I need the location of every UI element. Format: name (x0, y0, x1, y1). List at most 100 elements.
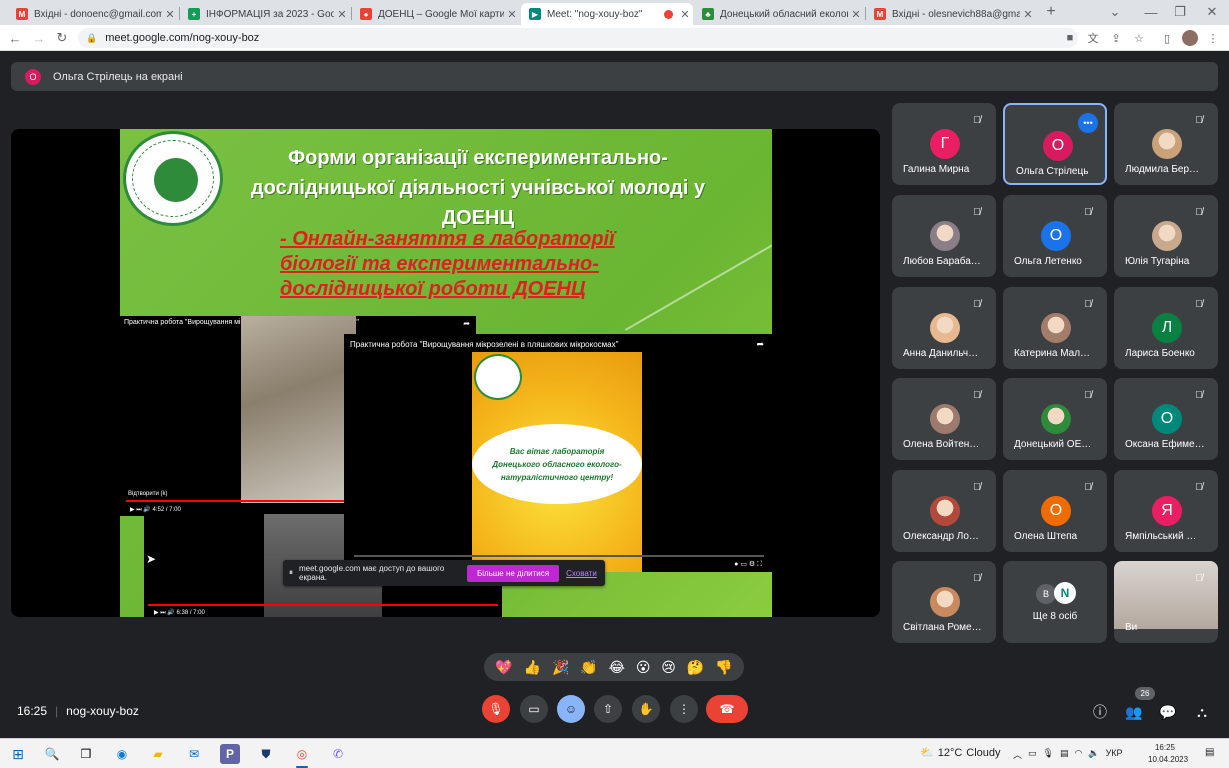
file-explorer-icon[interactable]: ▰ (148, 744, 168, 764)
browser-tab[interactable]: + ІНФОРМАЦІЯ за 2023 - Google ✕ (180, 3, 350, 25)
chrome-icon[interactable]: ◎ (292, 744, 312, 768)
participant-tile[interactable]: 🎙̸ Юлія Тугаріна (1114, 195, 1218, 277)
close-tab-icon[interactable]: ✕ (1020, 8, 1036, 21)
stop-sharing-button[interactable]: Більше не ділитися (467, 564, 560, 582)
reaction-heart-icon[interactable]: 💖 (495, 659, 512, 676)
tab-search-icon[interactable]: ⌄ (1106, 3, 1124, 21)
close-tab-icon[interactable]: ✕ (677, 8, 693, 21)
browser-tab-active[interactable]: ▶ Meet: "nog-xouy-boz" ✕ (521, 3, 693, 25)
participant-tile[interactable]: 🎙̸ Катерина Мал… (1003, 287, 1107, 369)
close-tab-icon[interactable]: ✕ (504, 8, 520, 21)
task-view-icon[interactable]: ❒ (76, 744, 96, 764)
camera-icon[interactable]: ■ (1062, 30, 1078, 46)
close-tab-icon[interactable]: ✕ (334, 8, 350, 21)
participant-tile[interactable]: О 🎙̸ Олена Штепа (1003, 470, 1107, 552)
battery-icon[interactable]: ▭ (1028, 748, 1037, 761)
participant-tile[interactable]: 🎙̸ Донецький ОЕ… (1003, 378, 1107, 460)
participant-tile[interactable]: Г 🎙̸ Галина Мирна (892, 103, 996, 185)
bookmark-star-icon[interactable]: ☆ (1131, 30, 1147, 46)
video-controls[interactable]: ▶ ⏭ 🔊 4:52 / 7:00 (130, 506, 181, 514)
reload-icon[interactable]: ↻ (53, 29, 71, 47)
weather-widget[interactable]: ⛅ 12°C Cloudy (920, 746, 1001, 760)
mail-icon[interactable]: ✉ (184, 744, 204, 764)
participant-tile[interactable]: О 🎙̸ Оксана Ефиме… (1114, 378, 1218, 460)
participant-tile[interactable]: 🎙̸ Олена Войтен… (892, 378, 996, 460)
profile-avatar[interactable] (1182, 30, 1198, 46)
reaction-clap-icon[interactable]: 👏 (580, 659, 597, 676)
participant-tile[interactable]: 🎙̸ Світлана Роме… (892, 561, 996, 643)
meeting-code[interactable]: nog-xouy-boz (66, 704, 139, 718)
activities-icon[interactable]: ⛬ (1192, 702, 1212, 722)
search-icon[interactable]: 🔍 (42, 744, 62, 764)
close-tab-icon[interactable]: ✕ (162, 8, 178, 21)
meeting-details-icon[interactable]: ⓘ (1090, 702, 1110, 722)
notifications-icon[interactable]: ▤ (1205, 747, 1219, 761)
volume-icon[interactable]: 🔉 (1088, 748, 1099, 761)
reaction-thinking-icon[interactable]: 🤔 (687, 659, 704, 676)
raise-hand-button[interactable]: ✋ (632, 695, 660, 723)
video-player[interactable]: Практична робота "Вирощування мікрозелен… (344, 334, 772, 572)
browser-tab[interactable]: ● ДОЕНЦ – Google Мої карти ✕ (352, 3, 520, 25)
tray-chevron-icon[interactable]: ︿ (1013, 748, 1022, 761)
reaction-party-icon[interactable]: 🎉 (552, 659, 569, 676)
back-icon[interactable]: ← (6, 29, 24, 47)
app-p-icon[interactable]: P (220, 744, 240, 764)
captions-button[interactable]: ☺ (557, 695, 585, 723)
reaction-thumbs-down-icon[interactable]: 👎 (715, 659, 732, 676)
taskbar-clock[interactable]: 16:25 10.04.2023 (1148, 742, 1188, 766)
windows-start-icon[interactable]: ⊞ (8, 744, 28, 764)
browser-tab[interactable]: M Вхідні - olesnevich88a@gmail.co ✕ (866, 3, 1036, 25)
close-window-icon[interactable]: ✕ (1203, 3, 1221, 21)
sidebar-icon[interactable]: ▯ (1159, 30, 1175, 46)
drag-handle-icon[interactable]: ⏸ (289, 568, 293, 578)
viber-icon[interactable]: ✆ (328, 744, 348, 764)
more-options-button[interactable]: ⋮ (670, 695, 698, 723)
hide-banner-link[interactable]: Сховати (566, 569, 597, 578)
participant-tile[interactable]: 🎙̸ Анна Данильч… (892, 287, 996, 369)
participant-tile[interactable]: Л 🎙̸ Лариса Боенко (1114, 287, 1218, 369)
participant-tile[interactable]: 🎙̸ Олександр Ло… (892, 470, 996, 552)
menu-kebab-icon[interactable]: ⋮ (1205, 30, 1221, 46)
participant-tile[interactable]: 🎙̸ Людмила Бер… (1114, 103, 1218, 185)
more-participants-tile[interactable]: В N Ще 8 осіб (1003, 561, 1107, 643)
translate-icon[interactable]: 文 (1085, 30, 1101, 46)
security-shield-icon[interactable]: ⛊ (256, 744, 276, 764)
reaction-surprised-icon[interactable]: 😮 (636, 659, 651, 676)
forward-icon[interactable]: → (30, 29, 48, 47)
browser-tab[interactable]: ♣ Донецький обласний еколого- ✕ (694, 3, 864, 25)
self-tile[interactable]: 🎙̸ Ви (1114, 561, 1218, 643)
mic-off-button[interactable]: 🎙 (482, 695, 510, 723)
video-controls[interactable]: ▶ ⏭ 🔊 6:38 / 7:00 (154, 609, 205, 617)
participant-tile[interactable]: Я 🎙̸ Ямпільський … (1114, 470, 1218, 552)
share-icon[interactable]: ⇪ (1108, 30, 1124, 46)
reaction-laugh-icon[interactable]: 😂 (609, 659, 625, 676)
url-field[interactable]: 🔒 meet.google.com/nog-xouy-boz (78, 28, 1078, 48)
mic-tray-icon[interactable]: 🎙 (1043, 748, 1054, 761)
participant-tile[interactable]: 🎙̸ Любов Бараба… (892, 195, 996, 277)
chat-icon[interactable]: 💬 (1158, 702, 1178, 722)
lock-icon[interactable]: 🔒 (86, 33, 97, 44)
close-tab-icon[interactable]: ✕ (848, 8, 864, 21)
network-icon[interactable]: ▤ (1060, 748, 1069, 761)
play-icon[interactable]: ▶ (154, 610, 159, 616)
video-progress-bar[interactable] (354, 555, 764, 557)
share-arrow-icon[interactable]: ➦ (463, 319, 470, 328)
restore-icon[interactable]: ❐ (1171, 3, 1189, 21)
wifi-icon[interactable]: ◠ (1074, 748, 1082, 761)
leave-call-button[interactable]: ☎ (706, 695, 748, 723)
minimize-icon[interactable]: — (1142, 3, 1160, 21)
new-tab-icon[interactable]: + (1042, 3, 1060, 21)
video-controls[interactable]: ● ▭ ⚙ ⛶ (734, 560, 762, 569)
reaction-thumbs-up-icon[interactable]: 👍 (524, 659, 541, 676)
participant-tile[interactable]: О 🎙̸ Ольга Летенко (1003, 195, 1107, 277)
people-icon[interactable]: 👥 (1124, 702, 1144, 722)
participant-tile[interactable]: О ••• Ольга Стрілець (1003, 103, 1107, 185)
present-screen-button[interactable]: ⇧ (594, 695, 622, 723)
more-options-icon[interactable]: ••• (1078, 113, 1098, 133)
language-indicator[interactable]: УКР (1106, 748, 1123, 761)
edge-browser-icon[interactable]: ◉ (112, 744, 132, 764)
play-icon[interactable]: ▶ (130, 507, 135, 513)
video-progress-bar[interactable] (148, 604, 498, 606)
camera-button[interactable]: ▭ (520, 695, 548, 723)
reaction-sad-icon[interactable]: 😢 (661, 659, 676, 676)
